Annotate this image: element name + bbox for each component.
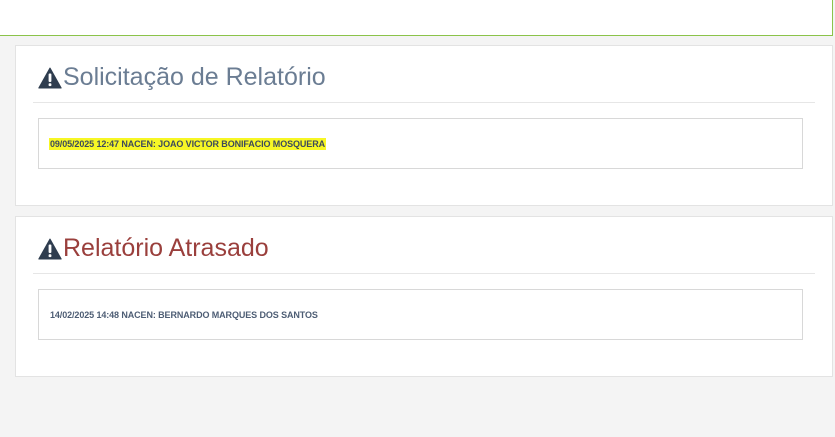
atrasado-item-text[interactable]: 14/02/2025 14:48 NACEN: BERNARDO MARQUES… [50, 309, 318, 321]
solicitacao-divider [33, 102, 815, 103]
atrasado-title: Relatório Atrasado [63, 234, 269, 262]
atrasado-list-item[interactable]: 14/02/2025 14:48 NACEN: BERNARDO MARQUES… [38, 289, 803, 340]
solicitacao-title: Solicitação de Relatório [63, 63, 326, 91]
warning-icon [38, 238, 62, 260]
top-content-strip [0, 0, 833, 36]
warning-icon [38, 67, 62, 89]
solicitacao-heading: Solicitação de Relatório [38, 62, 326, 92]
atrasado-divider [33, 273, 815, 274]
solicitacao-panel: Solicitação de Relatório 09/05/2025 12:4… [15, 45, 833, 206]
atrasado-heading: Relatório Atrasado [38, 233, 269, 263]
solicitacao-list-item[interactable]: 09/05/2025 12:47 NACEN: JOAO VICTOR BONI… [38, 118, 803, 169]
solicitacao-item-text[interactable]: 09/05/2025 12:47 NACEN: JOAO VICTOR BONI… [49, 138, 327, 150]
atrasado-panel: Relatório Atrasado 14/02/2025 14:48 NACE… [15, 216, 833, 377]
